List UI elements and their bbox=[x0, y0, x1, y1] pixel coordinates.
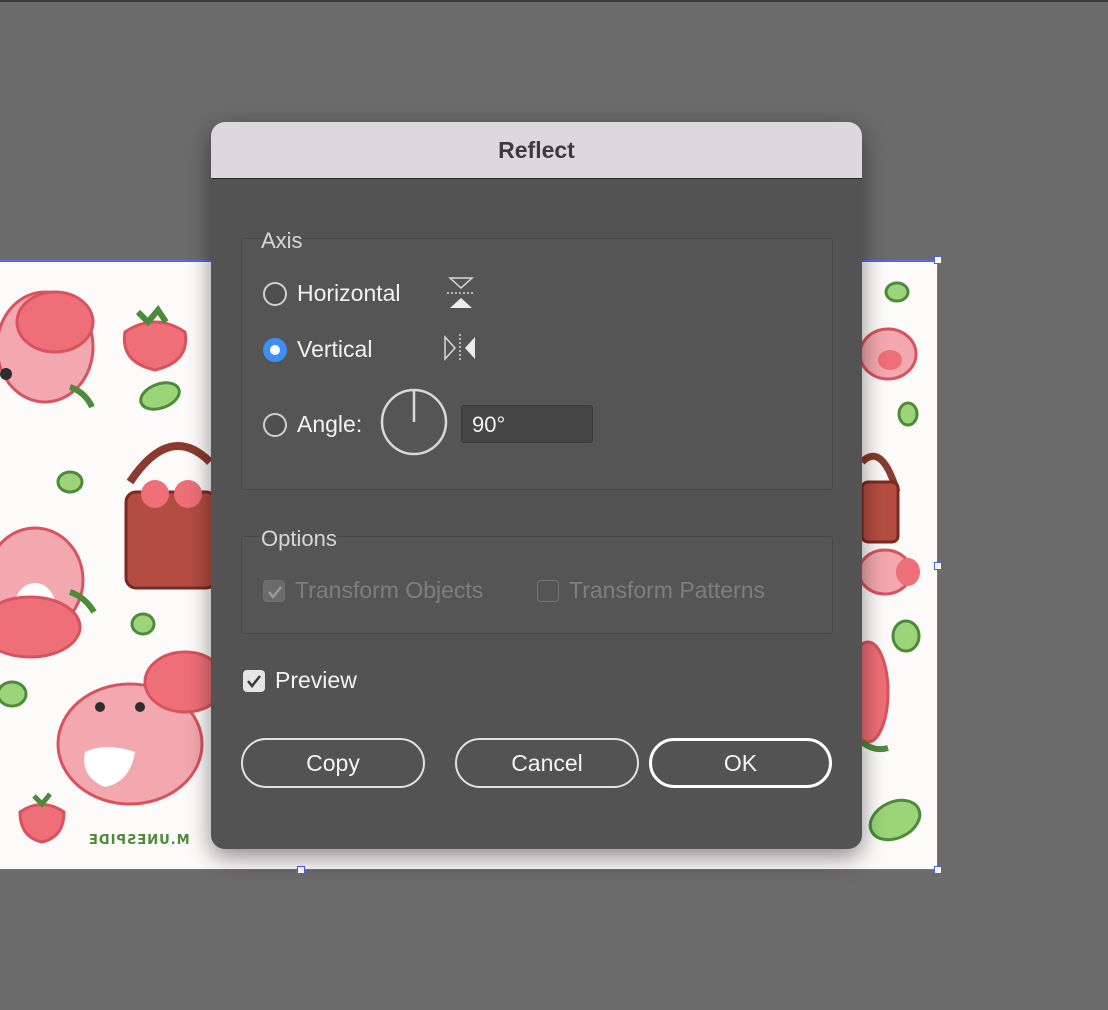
transform-objects-checkbox bbox=[263, 579, 285, 602]
vertical-label: Vertical bbox=[297, 336, 373, 362]
angle-input[interactable]: 90° bbox=[461, 405, 593, 443]
angle-label: Angle: bbox=[297, 411, 363, 437]
preview-checkbox[interactable] bbox=[243, 669, 265, 692]
selection-handle-top-right[interactable] bbox=[934, 256, 942, 264]
vertical-radio-row[interactable]: Vertical bbox=[263, 336, 372, 363]
horizontal-label: Horizontal bbox=[297, 280, 401, 306]
axis-group-label: Axis bbox=[261, 228, 303, 253]
flip-horizontal-icon bbox=[447, 277, 475, 308]
cancel-button[interactable]: Cancel bbox=[455, 738, 639, 788]
preview-label: Preview bbox=[275, 667, 357, 693]
reflect-dialog: Reflect Axis Horizontal Vertical Angle: … bbox=[211, 122, 862, 849]
selection-handle-bottom-right[interactable] bbox=[934, 866, 942, 874]
angle-radio-row[interactable]: Angle: bbox=[263, 411, 362, 438]
window-top-edge bbox=[0, 0, 1108, 2]
checkmark-icon bbox=[247, 674, 261, 688]
vertical-radio[interactable] bbox=[263, 337, 287, 362]
transform-patterns-row: Transform Patterns bbox=[537, 577, 765, 604]
selection-handle-bottom-middle[interactable] bbox=[297, 866, 305, 874]
transform-patterns-checkbox bbox=[537, 579, 559, 602]
checkmark-icon bbox=[268, 585, 282, 599]
horizontal-radio[interactable] bbox=[263, 281, 287, 306]
angle-radio[interactable] bbox=[263, 412, 287, 437]
angle-dial-icon[interactable] bbox=[379, 387, 449, 457]
selection-handle-middle-right[interactable] bbox=[934, 562, 942, 570]
axis-group bbox=[241, 238, 833, 490]
flip-vertical-icon bbox=[444, 334, 475, 362]
copy-button[interactable]: Copy bbox=[241, 738, 425, 788]
options-group-label: Options bbox=[261, 526, 337, 551]
transform-objects-label: Transform Objects bbox=[295, 577, 484, 603]
horizontal-radio-row[interactable]: Horizontal bbox=[263, 280, 401, 307]
preview-row[interactable]: Preview bbox=[243, 667, 357, 694]
ok-button[interactable]: OK bbox=[649, 738, 832, 788]
dialog-titlebar[interactable]: Reflect bbox=[211, 122, 862, 179]
dialog-title: Reflect bbox=[498, 136, 575, 163]
transform-objects-row: Transform Objects bbox=[263, 577, 483, 604]
transform-patterns-label: Transform Patterns bbox=[569, 577, 765, 603]
